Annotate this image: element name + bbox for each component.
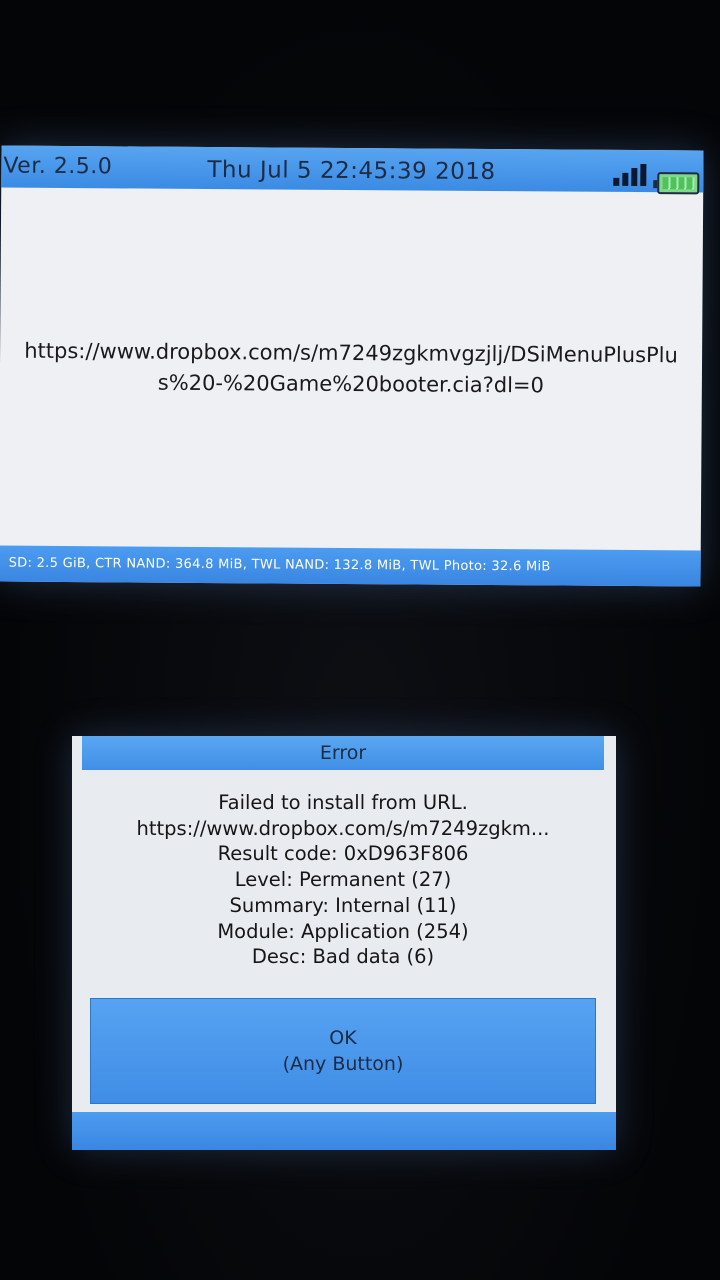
device-photo: Ver. 2.5.0 Thu Jul 5 22:45:39 2018 https…	[0, 0, 720, 1280]
error-line-summary: Summary: Internal (11)	[229, 893, 457, 917]
battery-full-icon	[657, 172, 700, 195]
signal-strength-icon	[613, 164, 649, 187]
error-line-desc: Desc: Bad data (6)	[251, 945, 435, 969]
install-url: https://www.dropbox.com/s/m7249zgkmvgzjl…	[24, 338, 678, 398]
storage-info-bar: SD: 2.5 GiB, CTR NAND: 364.8 MiB, TWL NA…	[0, 545, 701, 587]
error-line-result-code: Result code: 0xD963F806	[217, 842, 469, 866]
error-line-level: Level: Permanent (27)	[234, 868, 452, 892]
url-display: https://www.dropbox.com/s/m7249zgkmvgzjl…	[0, 188, 703, 551]
error-dialog-title: Error	[82, 736, 604, 770]
error-message: Failed to install from URL. https://www.…	[82, 790, 604, 970]
ok-button[interactable]: OK (Any Button)	[90, 998, 596, 1104]
error-line-failed: Failed to install from URL.	[218, 791, 468, 814]
ok-button-hint: (Any Button)	[282, 1053, 404, 1075]
top-screen: Ver. 2.5.0 Thu Jul 5 22:45:39 2018 https…	[0, 145, 704, 587]
top-status-bar: Ver. 2.5.0 Thu Jul 5 22:45:39 2018	[1, 145, 704, 195]
error-line-module: Module: Application (254)	[217, 919, 469, 943]
bottom-screen: Error Failed to install from URL. https:…	[72, 736, 616, 1150]
error-line-url: https://www.dropbox.com/s/m7249zgkm...	[136, 816, 550, 840]
app-version: Ver. 2.5.0	[3, 153, 113, 180]
bottom-footer-bar	[72, 1112, 616, 1150]
ok-button-label: OK	[329, 1027, 357, 1049]
datetime: Thu Jul 5 22:45:39 2018	[207, 156, 496, 186]
